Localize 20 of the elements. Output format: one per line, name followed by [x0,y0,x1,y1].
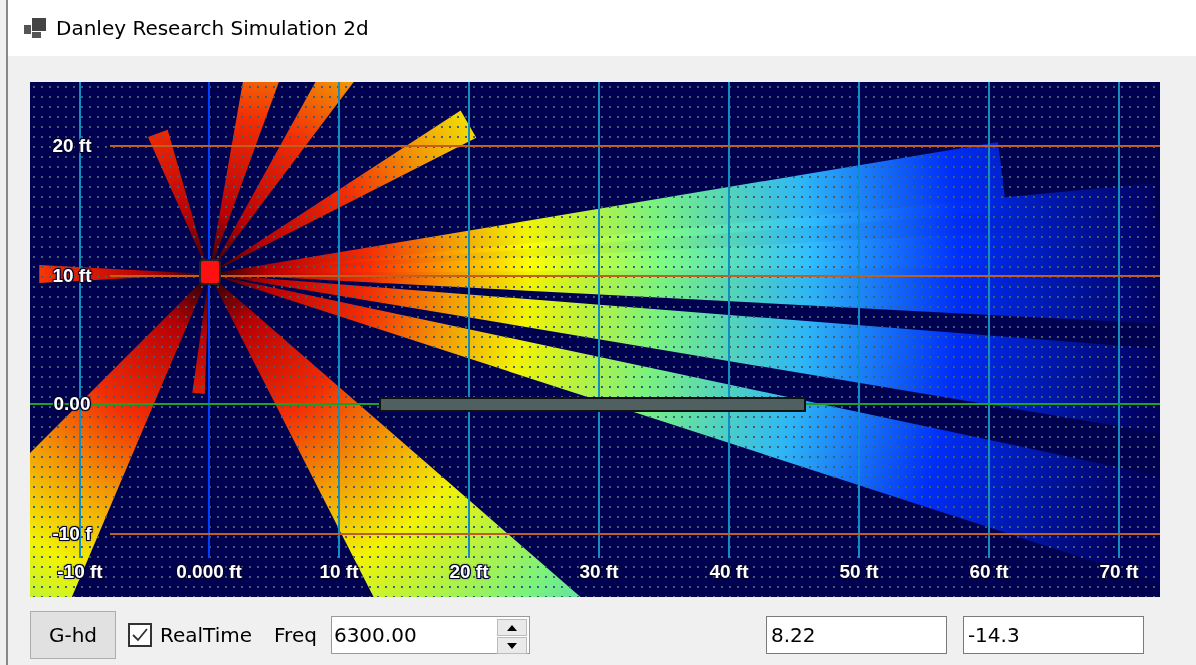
axis-label: 30 ft [579,561,619,583]
app-icon [24,18,46,38]
axis-label: 0.00 [53,393,91,415]
axis-label: 40 ft [709,561,749,583]
g-hd-button[interactable]: G-hd [30,611,116,659]
axis-label: 10 ft [319,561,359,583]
input-field[interactable]: -14.3 [962,616,1144,654]
axis-label: 70 ft [1099,561,1139,583]
axis-label: 20 ft [449,561,489,583]
realtime-checkbox[interactable] [128,623,152,647]
axis-label: -10 f [52,523,92,545]
axis-label: 50 ft [839,561,879,583]
check-icon [132,628,148,642]
axis-label: 0.000 ft [176,561,242,583]
freq-label: Freq [274,623,317,647]
window-title: Danley Research Simulation 2d [56,16,369,40]
axis-label: 60 ft [969,561,1009,583]
input-field[interactable]: 8.22 [765,616,947,654]
realtime-label: RealTime [160,623,253,647]
axis-label: -10 ft [57,561,103,583]
